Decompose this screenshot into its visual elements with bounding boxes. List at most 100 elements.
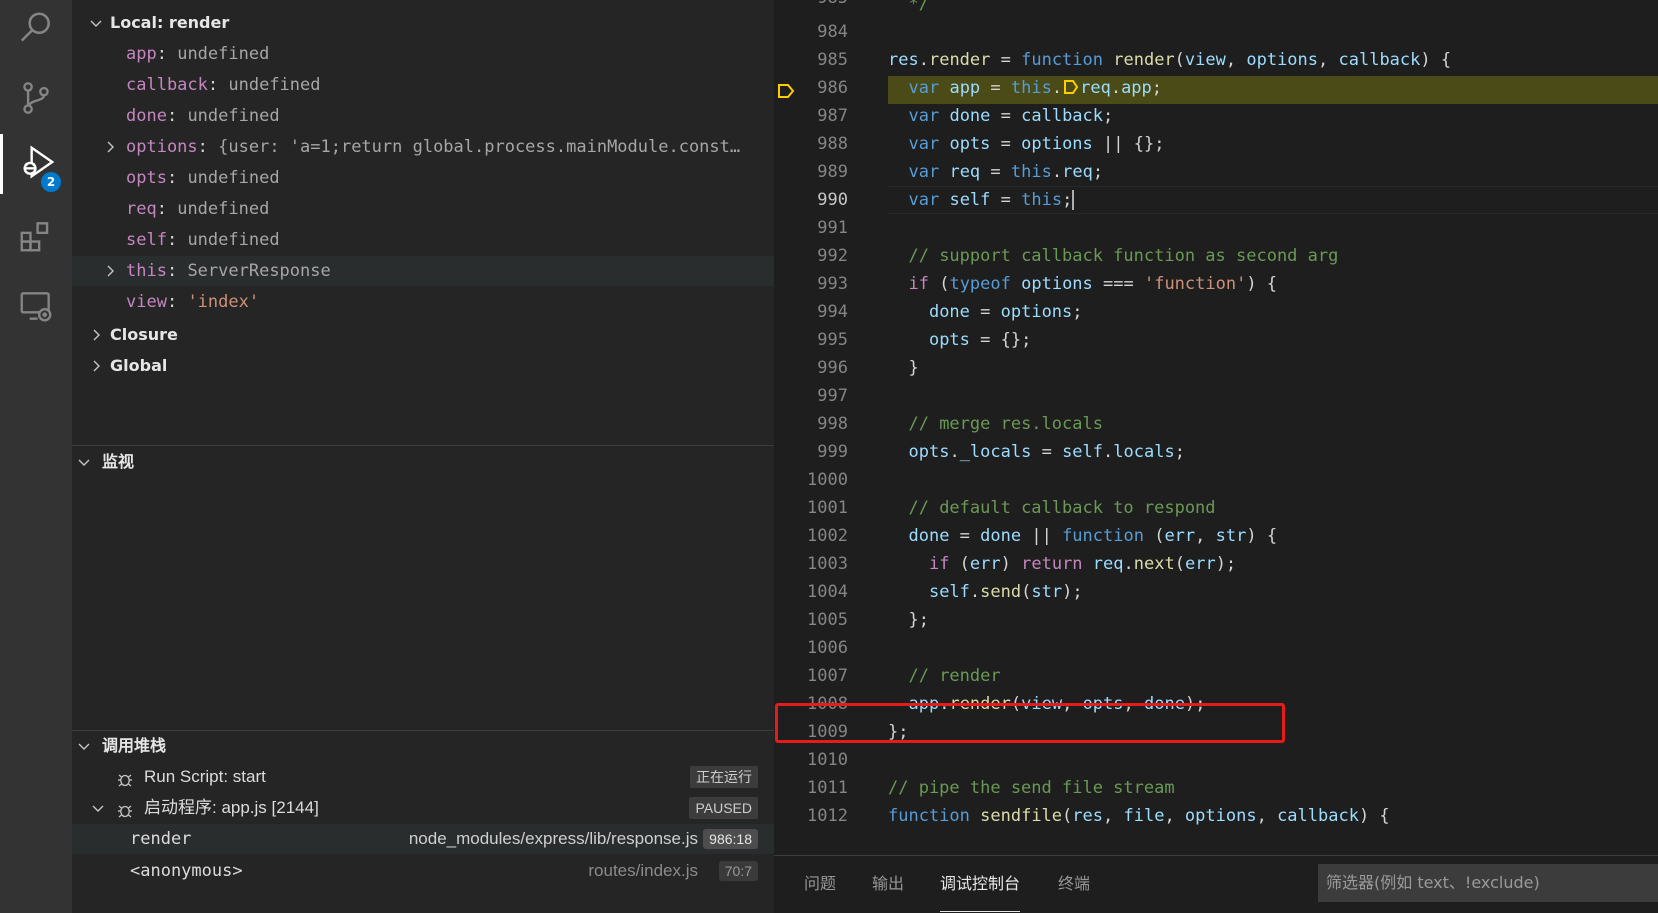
variable-value: {user: 'a=1;return global.process.mainMo… <box>218 137 741 157</box>
line-number[interactable]: 989 <box>774 162 848 182</box>
tab-debug-console[interactable]: 调试控制台 <box>940 856 1021 912</box>
line-number[interactable]: 998 <box>774 414 848 434</box>
code-line: res.render = function render(view, optio… <box>888 50 1452 70</box>
bottom-panel: 问题 输出 调试控制台 终端 筛选器(例如 text、!exclude) <box>774 855 1658 913</box>
code-line: var req = this.req; <box>908 162 1104 182</box>
variable-value: undefined <box>228 75 321 95</box>
variable-row[interactable]: self: undefined <box>72 225 774 255</box>
line-number[interactable]: 999 <box>774 442 848 462</box>
variable-name: view <box>126 292 167 312</box>
variable-row[interactable]: req: undefined <box>72 194 774 224</box>
extensions-icon <box>17 217 55 259</box>
variable-separator: : <box>156 199 178 219</box>
watch-section-header[interactable]: 监视 <box>72 447 774 477</box>
debug-bug-icon <box>116 768 134 787</box>
line-number[interactable]: 1002 <box>774 526 848 546</box>
variable-name: options <box>126 137 198 157</box>
variable-row[interactable]: options: {user: 'a=1;return global.proce… <box>72 132 774 162</box>
source-control-icon <box>17 79 55 121</box>
highlight-box-annotation <box>775 703 1285 743</box>
chevron-right-icon <box>88 327 104 343</box>
line-number[interactable]: 987 <box>774 106 848 126</box>
line-number[interactable]: 1003 <box>774 554 848 574</box>
variable-separator: : <box>166 106 188 126</box>
variable-separator: : <box>156 44 178 64</box>
line-number[interactable]: 1000 <box>774 470 848 490</box>
activity-extensions[interactable] <box>0 208 72 268</box>
line-number[interactable]: 992 <box>774 246 848 266</box>
activity-source-control[interactable] <box>0 70 72 130</box>
code-line: // render <box>908 666 1001 686</box>
code-line: opts._locals = self.locals; <box>908 442 1185 462</box>
stack-frame[interactable]: render node_modules/express/lib/response… <box>72 824 774 854</box>
variable-name: app <box>126 44 157 64</box>
session-run-script[interactable]: Run Script: start 正在运行 <box>72 762 774 792</box>
stack-frame-file: routes/index.js <box>588 861 698 880</box>
scope-global-label: Global <box>110 356 168 375</box>
session-name: Run Script: start <box>144 767 266 786</box>
variable-row[interactable]: opts: undefined <box>72 163 774 193</box>
activity-run-debug[interactable]: 2 <box>0 134 72 194</box>
line-number[interactable]: 1006 <box>774 638 848 658</box>
code-line: if (err) return req.next(err); <box>928 554 1237 574</box>
line-number[interactable]: 991 <box>774 218 848 238</box>
variable-value: undefined <box>177 199 270 219</box>
variable-row[interactable]: callback: undefined <box>72 70 774 100</box>
line-number[interactable]: 1005 <box>774 610 848 630</box>
variable-row[interactable]: this: ServerResponse <box>72 256 774 286</box>
variable-separator: : <box>207 75 229 95</box>
scope-global-header[interactable]: Global <box>72 351 774 381</box>
variable-row[interactable]: done: undefined <box>72 101 774 131</box>
line-number[interactable]: 1010 <box>774 750 848 770</box>
code-line: self.send(str); <box>928 582 1083 602</box>
line-number[interactable]: 995 <box>774 330 848 350</box>
session-launch-program[interactable]: 启动程序: app.js [2144] PAUSED <box>72 793 774 823</box>
line-number[interactable]: 1012 <box>774 806 848 826</box>
line-number[interactable]: 993 <box>774 274 848 294</box>
code-line: // default callback to respond <box>908 498 1216 518</box>
line-number[interactable]: 984 <box>774 22 848 42</box>
scope-local-label: Local: render <box>110 13 230 32</box>
code-line: // pipe the send file stream <box>888 778 1175 798</box>
line-number[interactable]: 1007 <box>774 666 848 686</box>
chevron-right-icon <box>88 358 104 374</box>
variable-value: ServerResponse <box>187 261 331 281</box>
session-name: 启动程序: app.js [2144] <box>144 798 319 817</box>
line-number[interactable]: 996 <box>774 358 848 378</box>
line-number[interactable]: 994 <box>774 302 848 322</box>
stack-frame[interactable]: <anonymous> routes/index.js 70:7 <box>72 856 774 886</box>
line-number[interactable]: 990 <box>774 190 848 210</box>
activity-remote-explorer[interactable] <box>0 278 72 338</box>
line-number[interactable]: 988 <box>774 134 848 154</box>
variable-name: done <box>126 106 167 126</box>
chevron-down-icon <box>76 454 92 470</box>
stack-frame-position: 986:18 <box>703 829 758 849</box>
scope-closure-label: Closure <box>110 325 178 344</box>
variable-separator: : <box>166 292 188 312</box>
variable-name: opts <box>126 168 167 188</box>
line-number[interactable]: 1011 <box>774 778 848 798</box>
line-number[interactable]: 1004 <box>774 582 848 602</box>
variable-name: req <box>126 199 157 219</box>
variable-row[interactable]: view: 'index' <box>72 287 774 317</box>
activity-search[interactable] <box>0 0 72 60</box>
debug-console-filter-input[interactable]: 筛选器(例如 text、!exclude) <box>1318 864 1658 902</box>
variable-value: undefined <box>187 168 280 188</box>
line-number[interactable]: 997 <box>774 386 848 406</box>
chevron-right-icon <box>102 139 118 155</box>
variable-value: undefined <box>177 44 270 64</box>
tab-problems[interactable]: 问题 <box>804 856 836 912</box>
scope-local-header[interactable]: Local: render <box>72 8 774 38</box>
line-number[interactable]: 985 <box>774 50 848 70</box>
debug-sessions-badge: 2 <box>41 172 61 192</box>
code-line: // support callback function as second a… <box>908 246 1339 266</box>
line-number[interactable]: 985 <box>774 0 848 8</box>
call-stack-header[interactable]: 调用堆栈 <box>72 731 774 761</box>
variable-row[interactable]: app: undefined <box>72 39 774 69</box>
tab-terminal[interactable]: 终端 <box>1058 856 1090 912</box>
section-divider <box>72 445 774 446</box>
tab-output[interactable]: 输出 <box>872 856 904 912</box>
line-number[interactable]: 1001 <box>774 498 848 518</box>
text-cursor <box>1072 190 1075 210</box>
scope-closure-header[interactable]: Closure <box>72 320 774 350</box>
